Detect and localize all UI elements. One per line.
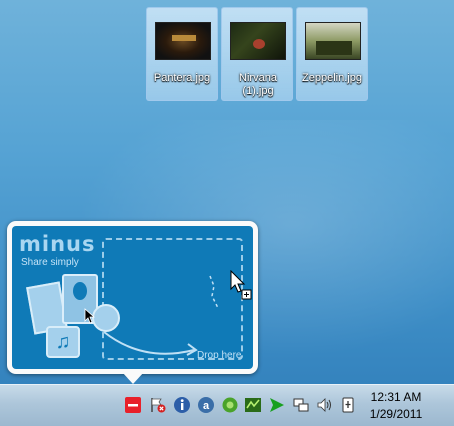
power-icon[interactable]: [339, 396, 357, 414]
file-nirvana[interactable]: Nirvana (1).jpg: [221, 7, 293, 101]
network-icon[interactable]: [292, 396, 310, 414]
volume-icon[interactable]: [316, 396, 334, 414]
zeppelin-thumbnail: [305, 22, 361, 60]
mouse-pointer-icon: [230, 270, 252, 300]
green-arrow-icon[interactable]: [268, 396, 286, 414]
file-zeppelin[interactable]: Zeppelin.jpg: [296, 7, 368, 101]
popup-pointer: [122, 372, 144, 384]
amazon-icon[interactable]: a: [197, 396, 215, 414]
svg-text:a: a: [203, 400, 210, 412]
green-app-icon[interactable]: [221, 396, 239, 414]
taskbar: a 12:31 AM 1/29/2011: [0, 384, 454, 426]
minus-popup: minus Share simply Drop here ♫: [7, 221, 258, 374]
file-name: Pantera.jpg: [153, 72, 211, 84]
action-center-flag-icon[interactable]: [149, 396, 167, 414]
move-cursor-icon: [84, 308, 96, 324]
desktop: Pantera.jpg Nirvana (1).jpg Zeppelin.jpg…: [0, 0, 454, 384]
clock-date: 1/29/2011: [369, 407, 423, 421]
nirvana-thumbnail: [230, 22, 286, 60]
arrow-icon: [103, 275, 219, 356]
clock-time: 12:31 AM: [370, 390, 422, 404]
minus-drop-panel[interactable]: minus Share simply Drop here ♫: [12, 226, 253, 369]
file-pantera[interactable]: Pantera.jpg: [146, 7, 218, 101]
file-name: Zeppelin.jpg: [302, 72, 362, 84]
clock[interactable]: 12:31 AM 1/29/2011: [362, 389, 430, 423]
info-icon[interactable]: [173, 396, 191, 414]
file-name: Nirvana (1).jpg: [239, 72, 277, 97]
green-app-icon-2[interactable]: [244, 396, 262, 414]
pantera-thumbnail: [155, 22, 211, 60]
minus-icon[interactable]: [124, 396, 142, 414]
